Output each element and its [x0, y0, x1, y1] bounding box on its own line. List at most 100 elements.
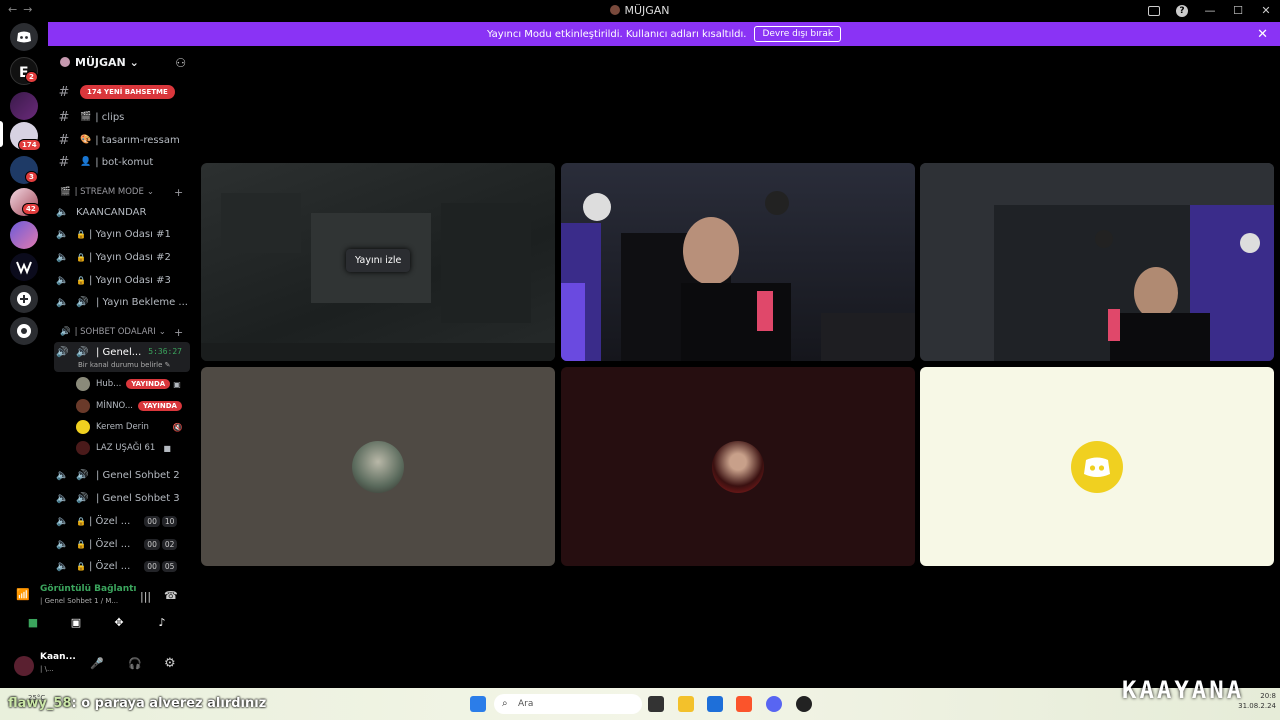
screen-share-icon[interactable]: ▣	[57, 616, 95, 636]
headset-icon[interactable]: 🎧	[128, 657, 142, 670]
activities-icon[interactable]: ✥	[100, 616, 138, 636]
disable-streamer-mode-button[interactable]: Devre dışı bırak	[754, 26, 842, 42]
voice-channel-ozel-2[interactable]: 🔈 🔒 | Özel ... 00 02	[56, 534, 178, 554]
minimize-button[interactable]: —	[1196, 4, 1224, 17]
category-sohbet-odalari[interactable]: 🔊 | SOHBET ODALARI ⌄ +	[60, 326, 194, 339]
speaker-icon: 🔈	[56, 206, 69, 218]
lock-icon: 🔒	[76, 229, 86, 239]
signal-icon: 📶	[16, 588, 30, 601]
watch-stream-button[interactable]: Yayını izle	[346, 249, 411, 272]
system-clock[interactable]: 20:8 31.08.2.24	[1238, 691, 1276, 711]
lock-icon: 🔒	[76, 275, 86, 285]
voice-channel-ozel-1[interactable]: 🔈 🔒 | Özel ... 00 10	[56, 511, 178, 531]
voice-user[interactable]: LAZ UŞAĞI 61 ■	[76, 439, 171, 457]
video-tile[interactable]	[920, 163, 1274, 361]
avatar	[352, 441, 404, 493]
chevron-down-icon: ⌄	[146, 187, 154, 197]
current-user-name[interactable]: Kaan...	[40, 652, 76, 662]
inbox-icon[interactable]	[1148, 5, 1160, 16]
category-stream-mode[interactable]: 🎬 | STREAM MODE ⌄ +	[60, 186, 194, 199]
server-icon-savenoir[interactable]	[10, 253, 38, 281]
mentions-row[interactable]: #174 YENİ BAHSETME	[56, 82, 175, 102]
channel-emoji: 🎨	[80, 135, 92, 145]
guild-header[interactable]: MÜJGAN ⌄	[60, 56, 139, 69]
voice-channel-yayin-2[interactable]: 🔈 🔒 | Yayın Odası #2	[56, 247, 171, 267]
set-channel-status[interactable]: Bir kanal durumu belirle ✎	[78, 361, 171, 369]
search-placeholder: Ara	[518, 699, 534, 709]
new-mentions-pill[interactable]: 174 YENİ BAHSETME	[80, 85, 175, 99]
outlook-icon[interactable]	[707, 696, 723, 712]
close-window-button[interactable]: ✕	[1252, 4, 1280, 17]
voice-channel-genel-3[interactable]: 🔈 🔊 | Genel Sohbet 3	[56, 488, 180, 508]
clock-time: 20:8	[1260, 692, 1276, 700]
speaker-icon: 🔈	[56, 296, 69, 308]
active-voice-channel[interactable]: 🔊 🔊 | Genel... 5:36:27 Bir kanal durumu be…	[54, 342, 190, 372]
live-badge: YAYINDA	[138, 401, 182, 411]
channel-clips[interactable]: # 🎬 | clips	[56, 107, 125, 127]
maximize-button[interactable]: ☐	[1224, 4, 1252, 17]
video-tile[interactable]	[201, 367, 555, 566]
voice-channel-yayin-1[interactable]: 🔈 🔒 | Yayın Odası #1	[56, 224, 171, 244]
voice-channel-genel-2[interactable]: 🔈 🔊 | Genel Sohbet 2	[56, 465, 180, 485]
avatar	[76, 420, 90, 434]
voice-location[interactable]: | Genel Sohbet 1 / M...	[40, 597, 118, 605]
server-icon-2[interactable]	[10, 92, 38, 120]
file-explorer-icon[interactable]	[678, 696, 694, 712]
channel-sidebar: MÜJGAN ⌄ ⚇ #174 YENİ BAHSETME # 🎬 | clips …	[48, 46, 196, 578]
soundboard-icon[interactable]: ♪	[143, 616, 181, 636]
avatar	[712, 441, 764, 493]
app-icon[interactable]	[796, 696, 812, 712]
window-title: MÜJGAN	[0, 4, 1280, 17]
user-count: 00	[144, 538, 160, 550]
task-view-icon[interactable]	[648, 696, 664, 712]
voice-user[interactable]: Kerem Derin 🔇	[76, 418, 183, 436]
discord-app-icon[interactable]	[766, 696, 782, 712]
voice-connection-panel: 📶 Görüntülü Bağlantı | Genel Sohbet 1 / …	[6, 578, 190, 688]
avatar[interactable]	[14, 656, 34, 676]
create-channel-icon[interactable]: +	[174, 326, 183, 339]
microphone-icon[interactable]: 🎤	[90, 657, 104, 670]
invite-people-icon[interactable]: ⚇	[175, 56, 186, 70]
brand-watermark: KAAYANA	[1122, 676, 1245, 704]
voice-channel-yayin-3[interactable]: 🔈 🔒 | Yayın Odası #3	[56, 270, 171, 290]
help-icon[interactable]: ?	[1176, 4, 1188, 17]
explore-servers-icon[interactable]	[10, 317, 38, 345]
channel-label: | Özel ...	[88, 515, 131, 527]
channel-label: | Genel...	[96, 346, 142, 358]
speaker-icon: 🔈	[56, 228, 69, 240]
discord-home-icon[interactable]	[10, 23, 38, 51]
voice-channel-ozel-3[interactable]: 🔈 🔒 | Özel ... 00 05	[56, 556, 178, 576]
camera-icon[interactable]: ■	[14, 616, 52, 636]
voice-user[interactable]: MİNNO... YAYINDA	[76, 397, 182, 415]
channel-bot-komut[interactable]: # 👤 | bot-komut	[56, 152, 154, 172]
taskbar-search[interactable]: ⌕ Ara	[494, 694, 642, 714]
banner-close-icon[interactable]: ✕	[1257, 27, 1268, 42]
add-server-icon[interactable]	[10, 285, 38, 313]
window-titlebar: ←→ MÜJGAN ? — ☐ ✕	[0, 0, 1280, 21]
video-tile[interactable]	[561, 367, 915, 566]
stream-tile[interactable]: Yayını izle	[201, 163, 555, 361]
noise-suppression-icon[interactable]: |||	[140, 590, 151, 603]
windows-start-icon[interactable]	[470, 696, 486, 712]
guild-name: MÜJGAN	[75, 56, 126, 69]
video-tile[interactable]	[920, 367, 1274, 566]
video-tile[interactable]	[561, 163, 915, 361]
voice-channel-yayin-bekleme[interactable]: 🔈 🔊 | Yayın Bekleme ...	[56, 292, 188, 312]
channel-timer: 5:36:27	[148, 347, 182, 356]
hash-icon: #	[58, 132, 70, 148]
channel-emoji: 👤	[80, 157, 92, 167]
voice-status[interactable]: Görüntülü Bağlantı	[40, 584, 137, 594]
server-icon-5[interactable]	[10, 221, 38, 249]
speaker-icon: 🔈	[56, 251, 69, 263]
settings-gear-icon[interactable]: ⚙	[164, 656, 176, 671]
create-channel-icon[interactable]: +	[174, 186, 183, 199]
voice-channel-kaancandar[interactable]: 🔈 KAANCANDAR	[56, 202, 146, 222]
lock-icon: 🔒	[76, 561, 86, 571]
lock-icon: 🔒	[76, 516, 86, 526]
chevron-down-icon: ⌄	[129, 56, 139, 69]
disconnect-icon[interactable]: ☎	[164, 589, 178, 602]
channel-tasarim-ressam[interactable]: # 🎨 | tasarım-ressam	[56, 130, 180, 150]
user-name: Hub...	[96, 379, 122, 389]
voice-user[interactable]: Hub... YAYINDA ▣	[76, 375, 181, 393]
brave-browser-icon[interactable]	[736, 696, 752, 712]
